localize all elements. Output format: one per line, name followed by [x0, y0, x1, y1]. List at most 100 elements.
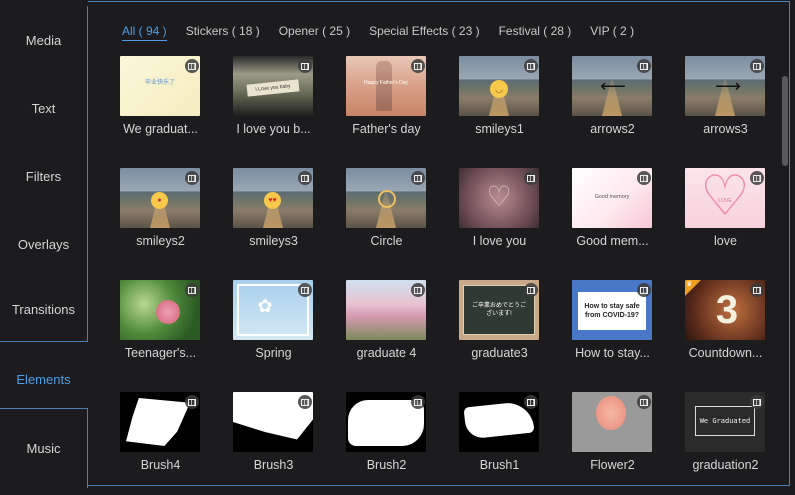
sidebar-item-label: Music [26, 441, 61, 456]
film-icon [524, 59, 538, 73]
element-item-smileys1[interactable]: ◡ smileys1 [459, 56, 541, 146]
film-icon [750, 395, 764, 409]
sidebar: Media Text Filters Overlays Transitions … [0, 0, 88, 495]
sidebar-item-elements[interactable]: Elements [0, 346, 87, 412]
element-item-i-love-you[interactable]: ♡ I love you [459, 168, 541, 258]
element-item-arrows3[interactable]: ⟶ arrows3 [685, 56, 767, 146]
thumbnail-text: 3 [715, 287, 739, 332]
paw-shape [596, 396, 626, 430]
film-icon [637, 395, 651, 409]
smiley-icon: ◡ [490, 80, 508, 98]
item-caption: arrows2 [590, 122, 635, 136]
sidebar-item-transitions[interactable]: Transitions [0, 278, 88, 342]
item-caption: graduate3 [471, 346, 528, 360]
sidebar-item-label: Filters [25, 168, 62, 184]
element-item-circle[interactable]: Circle [346, 168, 428, 258]
flower-icon: ✿ [257, 295, 273, 316]
film-icon [750, 59, 764, 73]
film-icon [185, 395, 199, 409]
tab-stickers[interactable]: Stickers ( 18 ) [186, 24, 260, 40]
heart-icon: ♡ [486, 180, 512, 212]
film-icon [411, 395, 425, 409]
tab-opener[interactable]: Opener ( 25 ) [279, 24, 350, 40]
element-item-how-to-stay-safe[interactable]: How to stay safe from COVID-19? How to s… [572, 280, 654, 370]
element-item-brush2[interactable]: Brush2 [346, 392, 428, 482]
film-icon [185, 171, 199, 185]
film-icon [637, 59, 651, 73]
thumbnail-text: 毕业快乐了 [144, 79, 175, 86]
kiss-smiley-icon: ● [151, 192, 168, 209]
thumbnail-text: We Graduated [695, 406, 755, 436]
heart-eyes-smiley-icon: ♥♥ [264, 192, 281, 209]
item-caption: smileys1 [475, 122, 524, 136]
element-item-brush1[interactable]: Brush1 [459, 392, 541, 482]
arrow-right-icon: ⟶ [715, 75, 741, 96]
scrollbar-thumb[interactable] [782, 76, 788, 166]
brush-stroke [463, 400, 535, 440]
item-caption: Spring [255, 346, 292, 360]
film-icon [411, 171, 425, 185]
film-icon [411, 59, 425, 73]
film-icon [298, 283, 312, 297]
element-item-fathers-day[interactable]: Happy Father's Day Father's day [346, 56, 428, 146]
item-caption: smileys3 [249, 234, 298, 248]
element-item-smileys2[interactable]: ● smileys2 [120, 168, 202, 258]
elements-panel: All ( 94 ) Stickers ( 18 ) Opener ( 25 )… [88, 1, 790, 486]
film-icon [750, 283, 764, 297]
sidebar-item-label: Elements [16, 371, 71, 387]
element-item-we-graduated[interactable]: 毕业快乐了 We graduat... [120, 56, 202, 146]
film-icon [185, 59, 199, 73]
item-caption: Good mem... [576, 234, 649, 248]
arrow-left-icon: ⟵ [600, 75, 626, 96]
element-item-graduate3[interactable]: ご卒業おめでとうございます! graduate3 [459, 280, 541, 370]
item-caption: How to stay... [575, 346, 650, 360]
tab-vip[interactable]: VIP ( 2 ) [590, 24, 634, 40]
element-item-flower2[interactable]: Flower2 [572, 392, 654, 482]
sidebar-item-label: Media [25, 32, 62, 48]
element-item-love[interactable]: ♡ LOVE love [685, 168, 767, 258]
thumbnail-text: Good memory [594, 194, 630, 200]
film-icon [637, 283, 651, 297]
element-item-arrows2[interactable]: ⟵ arrows2 [572, 56, 654, 146]
thumbnail-text: LOVE [718, 198, 732, 204]
category-tabs: All ( 94 ) Stickers ( 18 ) Opener ( 25 )… [122, 24, 653, 44]
tab-special-effects[interactable]: Special Effects ( 23 ) [369, 24, 480, 40]
crown-icon: ♛ [686, 281, 693, 288]
item-caption: love [714, 234, 737, 248]
item-caption: smileys2 [136, 234, 185, 248]
sidebar-item-music[interactable]: Music [0, 408, 88, 488]
element-item-countdown[interactable]: 3 ♛ Countdown... [685, 280, 767, 370]
element-item-graduate-4[interactable]: graduate 4 [346, 280, 428, 370]
film-icon [298, 395, 312, 409]
item-caption: Brush1 [479, 458, 520, 472]
thumbnail-text: I Love you baby [246, 79, 300, 97]
element-item-graduation2[interactable]: We Graduated graduation2 [685, 392, 767, 482]
circle-icon [378, 190, 396, 208]
tab-festival[interactable]: Festival ( 28 ) [499, 24, 572, 40]
element-item-good-memory[interactable]: Good memory Good mem... [572, 168, 654, 258]
sidebar-item-overlays[interactable]: Overlays [0, 210, 88, 278]
film-icon [185, 283, 199, 297]
item-caption: Teenager's... [124, 346, 197, 360]
element-item-brush3[interactable]: Brush3 [233, 392, 315, 482]
sidebar-item-label: Overlays [17, 236, 70, 252]
film-icon [524, 283, 538, 297]
item-caption: Brush2 [366, 458, 407, 472]
film-icon [524, 171, 538, 185]
sidebar-item-text[interactable]: Text [0, 74, 88, 142]
element-item-i-love-you-baby[interactable]: I Love you baby I love you b... [233, 56, 315, 146]
tab-all[interactable]: All ( 94 ) [122, 24, 167, 41]
thumbnail-text: How to stay safe from COVID-19? [578, 292, 646, 330]
item-caption: arrows3 [703, 122, 748, 136]
film-icon [298, 59, 312, 73]
element-item-smileys3[interactable]: ♥♥ smileys3 [233, 168, 315, 258]
element-item-spring[interactable]: ✿ Spring [233, 280, 315, 370]
sidebar-item-filters[interactable]: Filters [0, 142, 88, 210]
item-caption: graduation2 [692, 458, 759, 472]
item-caption: I love you b... [236, 122, 311, 136]
element-item-brush4[interactable]: Brush4 [120, 392, 202, 482]
sidebar-item-label: Transitions [11, 302, 76, 317]
element-item-teenagers[interactable]: Teenager's... [120, 280, 202, 370]
sidebar-item-media[interactable]: Media [0, 6, 88, 74]
item-caption: Brush4 [140, 458, 181, 472]
